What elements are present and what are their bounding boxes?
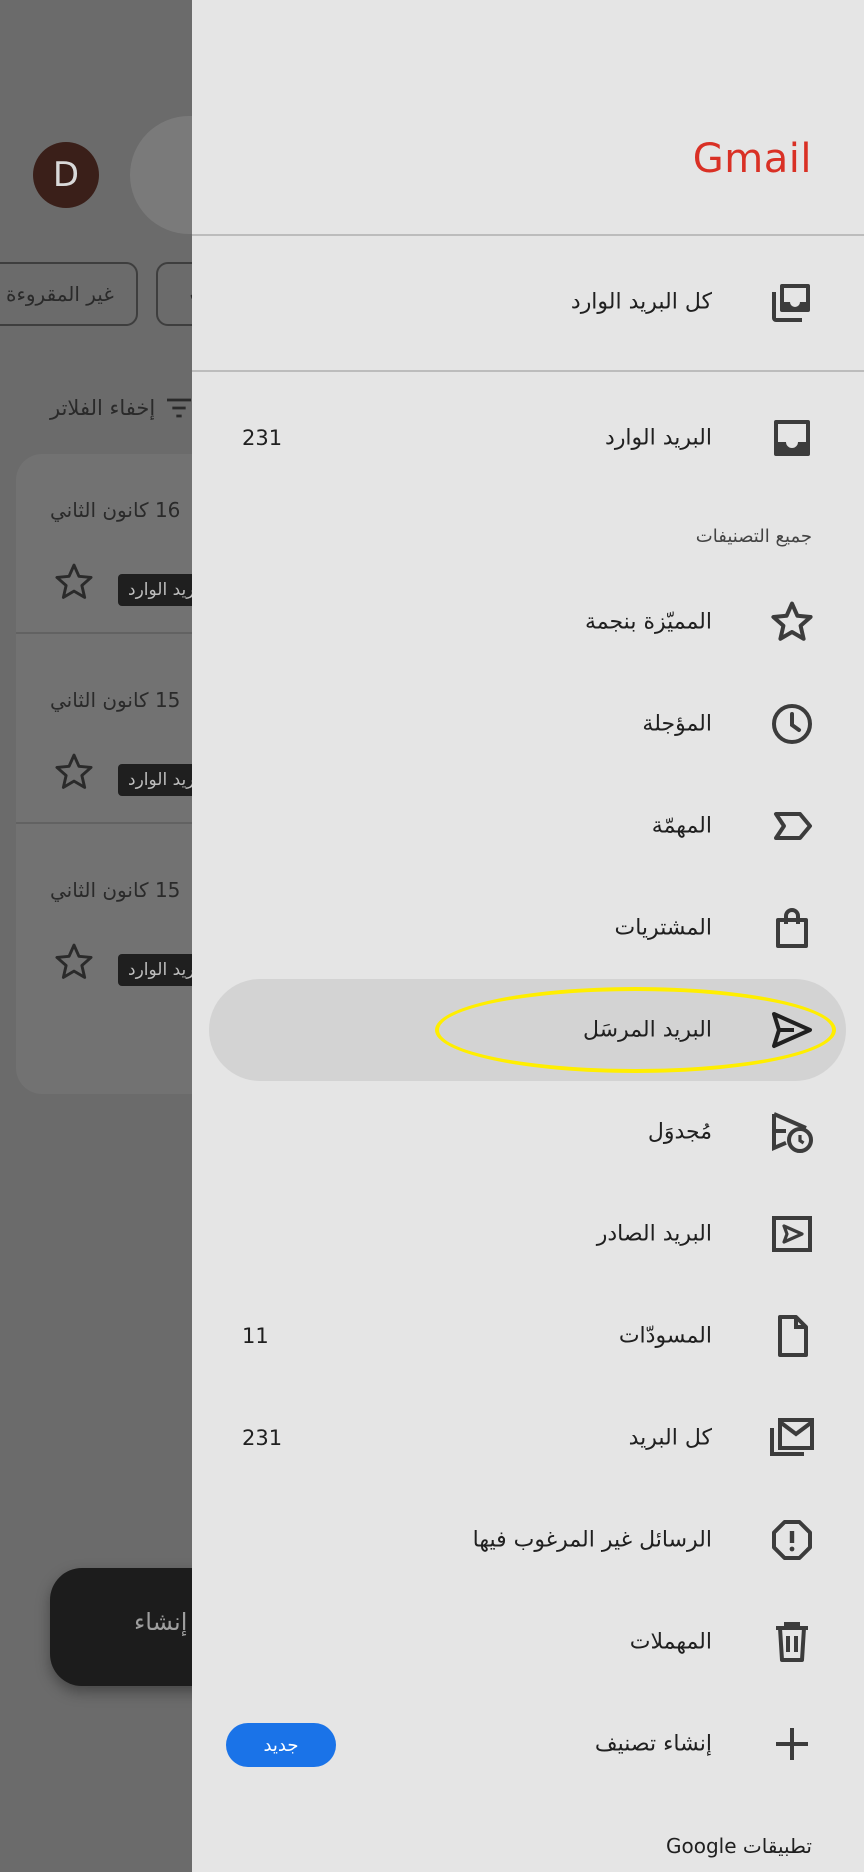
drawer-item-label: المسودّات — [618, 1323, 712, 1349]
drawer-item-purchases[interactable]: المشتريات — [192, 878, 864, 978]
star-icon[interactable] — [52, 560, 96, 604]
drawer-item-label: مُجدوَل — [647, 1119, 712, 1145]
compose-label: إنشاء — [134, 1608, 188, 1636]
all-mail-count: 231 — [242, 1426, 283, 1450]
drafts-count: 11 — [242, 1324, 269, 1348]
filter-icon — [167, 398, 192, 418]
drawer-item-label: كل البريد الوارد — [570, 289, 712, 315]
drawer-item-scheduled[interactable]: مُجدوَل — [192, 1082, 864, 1182]
drawer-item-label: المشتريات — [614, 915, 712, 941]
drawer-item-label: البريد الوارد — [605, 425, 712, 451]
new-badge: جديد — [226, 1723, 336, 1767]
clock-icon — [772, 704, 812, 744]
drawer-item-label: المميّزة بنجمة — [584, 609, 712, 635]
shopping-bag-icon — [776, 908, 808, 948]
email-date: 15 كانون الثاني — [50, 688, 181, 712]
divider — [192, 234, 864, 236]
chip-unread[interactable]: غير المقروءة — [0, 262, 138, 326]
plus-icon — [776, 1728, 808, 1760]
spam-icon — [772, 1520, 812, 1560]
drawer-item-label: كل البريد — [628, 1425, 712, 1451]
drawer-item-snoozed[interactable]: المؤجلة — [192, 674, 864, 774]
drawer-item-drafts[interactable]: المسودّات 11 — [192, 1286, 864, 1386]
gmail-logo: Gmail — [692, 136, 812, 182]
drawer-item-trash[interactable]: المهملات — [192, 1592, 864, 1692]
drawer-item-all-mail[interactable]: كل البريد 231 — [192, 1388, 864, 1488]
drawer-item-important[interactable]: المهمّة — [192, 776, 864, 876]
hide-filters-label: إخفاء الفلاتر — [50, 396, 156, 420]
email-date: 15 كانون الثاني — [50, 878, 181, 902]
chip-unread-label: غير المقروءة — [6, 282, 114, 306]
unread-count: 231 — [242, 426, 283, 450]
all-inboxes-icon — [772, 284, 810, 322]
drawer-item-label: المهملات — [629, 1629, 712, 1655]
draft-icon — [778, 1315, 808, 1357]
drawer-item-label: المهمّة — [651, 813, 712, 839]
trash-icon — [776, 1622, 808, 1662]
drawer-item-label: الرسائل غير المرغوب فيها — [472, 1527, 712, 1553]
star-icon — [771, 601, 813, 641]
scheduled-send-icon — [772, 1112, 813, 1153]
drawer-item-label: البريد الصادر — [596, 1221, 712, 1247]
drawer-item-spam[interactable]: الرسائل غير المرغوب فيها — [192, 1490, 864, 1590]
google-apps-header: تطبيقات Google — [666, 1834, 812, 1858]
navigation-drawer: Gmail كل البريد الوارد البريد الوارد 231… — [192, 0, 864, 1872]
star-icon[interactable] — [52, 750, 96, 794]
annotation-highlight-ellipse — [435, 987, 836, 1073]
drawer-item-inbox[interactable]: البريد الوارد 231 — [192, 388, 864, 488]
all-mail-icon — [770, 1418, 814, 1456]
star-icon[interactable] — [52, 940, 96, 984]
hide-filters-button[interactable]: إخفاء الفلاتر — [50, 392, 195, 424]
section-all-labels: جميع التصنيفات — [695, 526, 812, 547]
avatar[interactable]: D — [33, 142, 99, 208]
drawer-item-outbox[interactable]: البريد الصادر — [192, 1184, 864, 1284]
drawer-item-starred[interactable]: المميّزة بنجمة — [192, 572, 864, 672]
important-icon — [774, 812, 812, 840]
inbox-icon — [774, 420, 810, 456]
outbox-icon — [772, 1216, 812, 1252]
email-date: 16 كانون الثاني — [50, 498, 181, 522]
drawer-item-all-inboxes[interactable]: كل البريد الوارد — [192, 252, 864, 352]
drawer-item-label: إنشاء تصنيف — [594, 1731, 712, 1757]
drawer-item-label: المؤجلة — [642, 711, 712, 737]
divider — [192, 370, 864, 372]
avatar-letter: D — [52, 155, 80, 195]
